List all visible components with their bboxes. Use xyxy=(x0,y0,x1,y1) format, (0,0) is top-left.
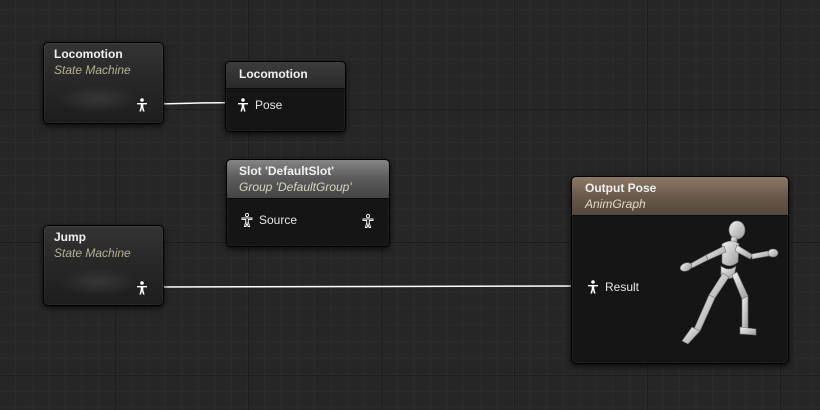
node-header: Output Pose AnimGraph xyxy=(572,177,788,216)
node-title: Slot 'DefaultSlot' xyxy=(239,164,335,178)
anim-graph-canvas[interactable]: Locomotion State Machine Locomotion Pose xyxy=(0,0,820,410)
pin-label: Source xyxy=(259,212,298,227)
output-pose-node[interactable]: Output Pose AnimGraph Result xyxy=(571,176,789,364)
result-input-pin[interactable]: Result xyxy=(586,279,639,294)
node-subtitle: Group 'DefaultGroup' xyxy=(239,180,352,194)
node-header: Jump State Machine xyxy=(44,226,163,264)
pose-output-pin[interactable] xyxy=(135,280,149,295)
node-header: Locomotion State Machine xyxy=(44,43,163,81)
pose-pin-outline-icon xyxy=(240,212,254,227)
jump-state-machine-node[interactable]: Jump State Machine xyxy=(43,225,164,306)
node-title: Locomotion xyxy=(239,67,308,81)
pose-pin-outline-icon xyxy=(362,213,374,228)
pose-pin-icon xyxy=(236,97,250,112)
pose-pin-icon xyxy=(137,280,147,294)
pin-label: Result xyxy=(605,279,640,294)
node-title: Locomotion xyxy=(54,47,123,61)
pose-output-pin[interactable] xyxy=(361,213,375,228)
node-subtitle: State Machine xyxy=(54,246,131,260)
locomotion-linked-node[interactable]: Locomotion Pose xyxy=(225,61,346,132)
locomotion-state-machine-node[interactable]: Locomotion State Machine xyxy=(43,42,164,124)
pose-output-pin[interactable] xyxy=(135,97,149,112)
pose-pin-icon xyxy=(137,97,147,111)
wire-jump-to-result[interactable] xyxy=(149,285,591,288)
node-header: Locomotion xyxy=(226,62,345,89)
node-subtitle: AnimGraph xyxy=(585,197,646,211)
node-header: Slot 'DefaultSlot' Group 'DefaultGroup' xyxy=(227,160,389,199)
pose-pin-icon xyxy=(586,279,600,294)
running-mannequin-icon xyxy=(679,220,779,345)
source-input-pin[interactable]: Source xyxy=(240,212,297,227)
slot-default-slot-node[interactable]: Slot 'DefaultSlot' Group 'DefaultGroup' … xyxy=(226,159,390,247)
pin-label: Pose xyxy=(255,97,283,112)
node-title: Output Pose xyxy=(585,181,657,195)
node-subtitle: State Machine xyxy=(54,63,131,77)
node-title: Jump xyxy=(54,230,87,244)
pose-input-pin[interactable]: Pose xyxy=(236,97,282,112)
node-preview-blur xyxy=(58,268,138,296)
node-preview-blur xyxy=(58,85,138,113)
